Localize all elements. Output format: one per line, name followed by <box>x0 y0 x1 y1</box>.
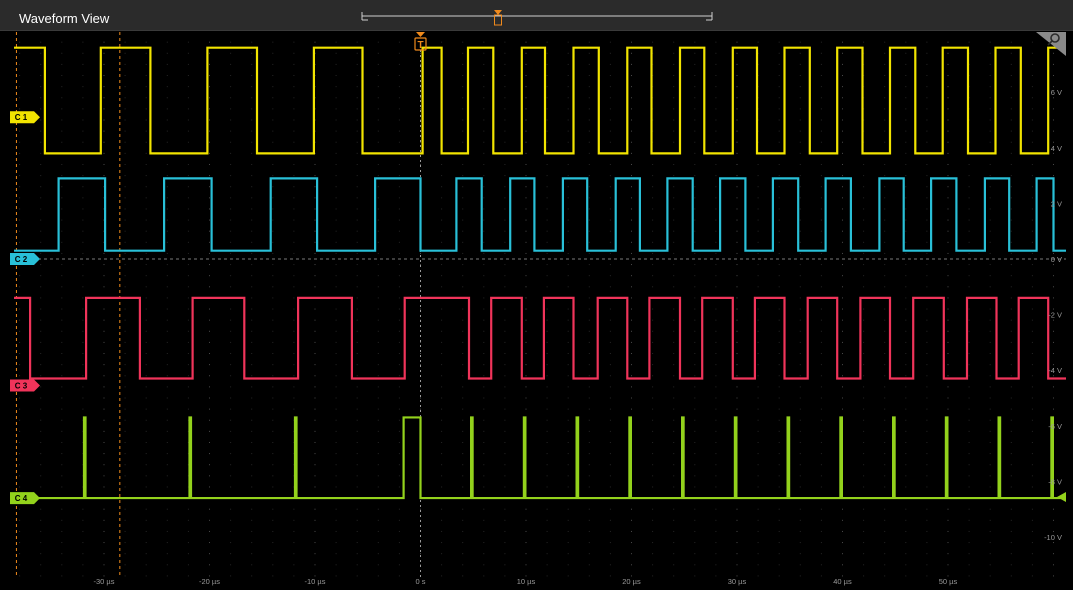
time-label: -20 µs <box>199 577 220 586</box>
channel-label: C 3 <box>15 381 28 390</box>
time-label: 50 µs <box>939 577 958 586</box>
voltage-label: 0 V <box>1051 255 1062 264</box>
waveform-traces <box>14 46 1066 500</box>
voltage-label: -8 V <box>1048 477 1062 486</box>
time-label: 10 µs <box>517 577 536 586</box>
trace-c2 <box>14 177 1066 252</box>
voltage-label: -6 V <box>1048 422 1062 431</box>
time-label: 40 µs <box>833 577 852 586</box>
voltage-label: 2 V <box>1051 199 1062 208</box>
channel-markers[interactable]: C 1 C 2 C 3 C 4 <box>10 111 40 505</box>
channel-marker-c4[interactable]: C 4 <box>10 492 40 505</box>
graticule <box>14 41 1066 577</box>
channel-label: C 4 <box>15 494 28 503</box>
voltage-label: -4 V <box>1048 366 1062 375</box>
channel-marker-c2[interactable]: C 2 <box>10 253 40 265</box>
trace-c1 <box>14 46 1066 155</box>
channel-marker-c3[interactable]: C 3 <box>10 379 40 392</box>
voltage-label: 4 V <box>1051 144 1062 153</box>
cursor-lines[interactable] <box>15 32 421 578</box>
time-label: -10 µs <box>305 577 326 586</box>
time-axis-labels: -30 µs -20 µs -10 µs 0 s 10 µs 20 µs 30 µs 40 µ… <box>94 577 958 586</box>
channel-label: C 1 <box>15 113 28 122</box>
trace-c3 <box>14 296 1066 380</box>
time-label: 0 s <box>415 577 425 586</box>
channel-label: C 2 <box>15 255 28 264</box>
voltage-label: -2 V <box>1048 311 1062 320</box>
time-label: 30 µs <box>728 577 747 586</box>
record-overview-bar[interactable] <box>361 10 713 26</box>
time-label: -30 µs <box>94 577 115 586</box>
channel-marker-c1[interactable]: C 1 <box>10 111 40 124</box>
c4-offset-arrow[interactable] <box>1057 492 1066 502</box>
trace-c4 <box>14 416 1066 500</box>
waveform-display[interactable]: -30 µs -20 µs -10 µs 0 s 10 µs 20 µs 30 µs 40 µ… <box>0 0 1073 590</box>
trigger-label: T <box>417 40 423 51</box>
voltage-label: -10 V <box>1044 533 1062 542</box>
overview-trigger-icon <box>494 10 502 26</box>
time-label: 20 µs <box>622 577 641 586</box>
voltage-label: 6 V <box>1051 88 1062 97</box>
magnifier-icon[interactable] <box>1036 32 1066 56</box>
